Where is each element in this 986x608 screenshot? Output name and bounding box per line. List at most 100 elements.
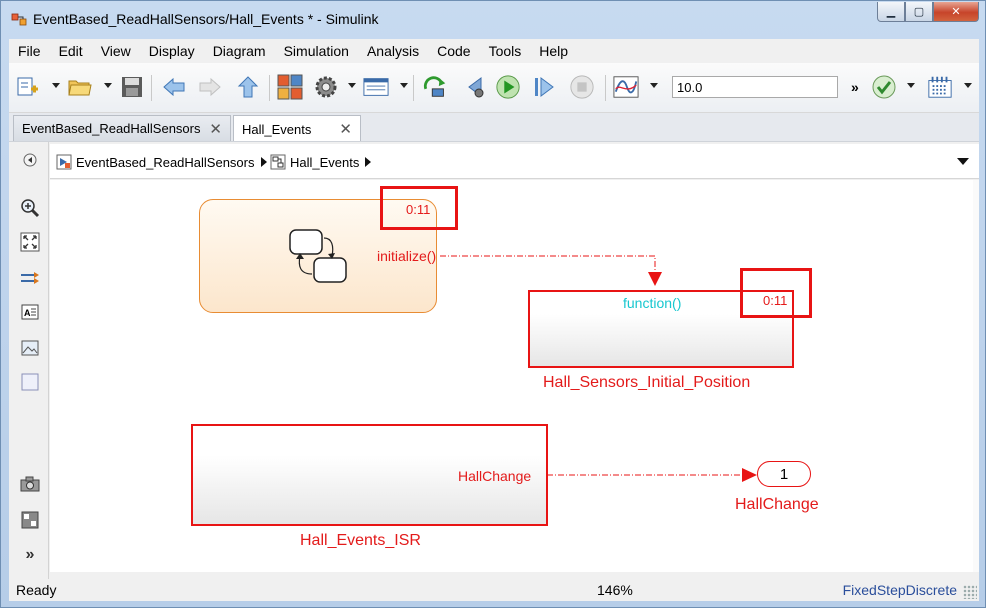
open-button[interactable] [67,73,93,101]
tab-close-icon[interactable]: ✕ [209,120,222,138]
toolbar: » [9,63,979,113]
vertical-scrollbar[interactable] [973,180,979,572]
hide-browser-button[interactable] [19,149,41,171]
model-advisor-button[interactable] [871,73,897,101]
library-browser-icon [277,74,303,100]
zoom-level: 146% [597,582,633,598]
signal-plot-icon [613,76,639,98]
toolbar-overflow-button[interactable]: » [851,79,859,95]
camera-icon [20,476,40,492]
menu-edit[interactable]: Edit [50,43,92,59]
menu-diagram[interactable]: Diagram [204,43,275,59]
tab-bar: EventBased_ReadHallSensors ✕ Hall_Events… [9,113,979,142]
window-controls: ▁ ▢ ✕ [877,2,979,22]
toolbar-separator [151,75,152,101]
library-browser-button[interactable] [277,73,303,101]
initialize-port-label: initialize() [377,248,437,264]
breadcrumb-dropdown-icon[interactable] [957,158,969,165]
simulink-window: EventBased_ReadHallSensors/Hall_Events *… [0,0,986,608]
save-button[interactable] [119,73,145,101]
model-settings-dropdown[interactable] [348,83,356,88]
play-icon [496,75,520,99]
close-button[interactable]: ✕ [933,2,979,22]
up-button[interactable] [235,73,261,101]
double-chevron-right-icon: » [25,546,35,563]
menu-display[interactable]: Display [140,43,204,59]
signal-routing-button[interactable] [19,267,41,289]
image-annotation-button[interactable] [19,337,41,359]
model-icon [56,154,72,170]
menu-tools[interactable]: Tools [480,43,531,59]
tab-label: EventBased_ReadHallSensors [22,121,201,136]
stop-time-input[interactable] [672,76,838,98]
arrows-right-icon [21,272,39,284]
window-title: EventBased_ReadHallSensors/Hall_Events *… [33,11,379,27]
new-model-button[interactable] [15,73,41,101]
menu-view[interactable]: View [92,43,140,59]
screenshot-button[interactable] [19,473,41,495]
menu-simulation[interactable]: Simulation [275,43,358,59]
diagram-canvas[interactable]: initialize() 0:11 function() 0:11 Hall_S… [50,180,979,572]
menu-code[interactable]: Code [428,43,479,59]
hall-events-isr-block[interactable]: HallChange [191,424,548,526]
toolbar-separator [605,75,606,101]
toolbar-separator [269,75,270,101]
save-icon [122,77,142,97]
chart-sample-time: 0:11 [406,202,431,217]
hall-sensors-initial-position-label: Hall_Sensors_Initial_Position [543,374,751,391]
isr-output-port-label: HallChange [458,468,532,484]
outport-block[interactable]: 1 [757,461,811,487]
minimize-button[interactable]: ▁ [877,2,905,22]
back-button[interactable] [161,73,187,101]
model-advisor-dropdown[interactable] [907,83,915,88]
menu-help[interactable]: Help [530,43,577,59]
new-model-dropdown[interactable] [52,83,60,88]
model-browser-icon [21,511,39,529]
open-dropdown[interactable] [104,83,112,88]
title-bar: EventBased_ReadHallSensors/Hall_Events *… [1,1,985,37]
area-button[interactable] [19,371,41,393]
step-forward-icon [535,77,554,97]
arrow-left-icon [163,77,185,97]
data-inspector-dropdown[interactable] [650,83,658,88]
tab-close-icon[interactable]: ✕ [339,120,352,138]
function-sample-time: 0:11 [763,293,788,308]
incremental-build-button[interactable] [423,73,449,101]
step-forward-button[interactable] [531,73,557,101]
model-settings-button[interactable] [313,73,339,101]
tab-hall-events[interactable]: Hall_Events ✕ [233,115,361,142]
model-explorer-dropdown[interactable] [400,83,408,88]
breadcrumb-item-model[interactable]: EventBased_ReadHallSensors [56,154,267,170]
menu-file[interactable]: File [9,43,50,59]
svg-text:A: A [24,308,31,318]
solver-link[interactable]: FixedStepDiscrete [843,582,957,598]
build-model-button[interactable] [927,73,953,101]
area-box-icon [21,373,39,391]
gear-icon [315,76,337,98]
text-annotation-icon: A [21,304,39,320]
resize-grip[interactable] [963,585,977,599]
outport-label: HallChange [735,496,819,513]
tab-eventbased-readhallsensors[interactable]: EventBased_ReadHallSensors ✕ [13,115,231,141]
run-button[interactable] [495,73,521,101]
simulation-data-inspector-button[interactable] [613,73,639,101]
zoom-button[interactable] [19,197,41,219]
collapse-browser-icon [23,153,37,167]
step-back-button[interactable] [461,73,487,101]
maximize-button[interactable]: ▢ [905,2,933,22]
stop-button[interactable] [569,73,595,101]
model-browser-button[interactable] [19,509,41,531]
fit-to-view-button[interactable] [19,231,41,253]
annotation-button[interactable]: A [19,301,41,323]
breadcrumb-item-hall-events[interactable]: Hall_Events [270,154,372,170]
model-explorer-button[interactable] [363,73,389,101]
refresh-arrows-icon [423,76,446,97]
simulink-model-icon [11,13,27,26]
function-call-line[interactable] [440,255,656,272]
expand-palette-button[interactable]: » [19,544,41,566]
forward-button[interactable] [197,73,223,101]
image-icon [21,340,39,356]
build-model-dropdown[interactable] [964,83,972,88]
menu-analysis[interactable]: Analysis [358,43,428,59]
fit-to-view-icon [20,232,40,252]
